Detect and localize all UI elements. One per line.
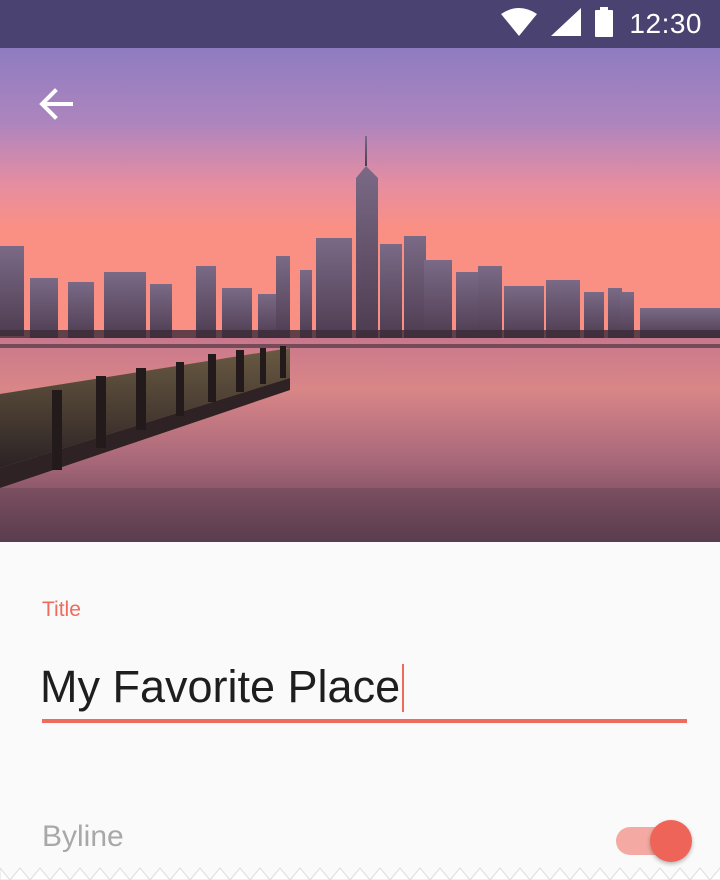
text-cursor (402, 664, 405, 712)
byline-toggle[interactable] (612, 818, 692, 864)
battery-icon (595, 6, 614, 42)
edit-form: Title My Favorite Place Byline (0, 542, 720, 880)
title-input-underline (42, 719, 687, 723)
arrow-back-icon (38, 86, 74, 122)
title-input[interactable]: My Favorite Place (40, 652, 688, 722)
title-label: Title (42, 598, 81, 621)
byline-label: Byline (42, 820, 124, 853)
signal-icon (551, 7, 582, 41)
hero-image (0, 48, 720, 542)
status-time: 12:30 (629, 8, 702, 39)
wifi-icon (501, 7, 538, 41)
torn-edge-decoration (0, 867, 720, 880)
status-bar: 12:30 (0, 0, 720, 48)
back-button[interactable] (26, 78, 86, 130)
title-input-value[interactable]: My Favorite Place (40, 652, 400, 722)
toggle-thumb[interactable] (650, 820, 692, 862)
